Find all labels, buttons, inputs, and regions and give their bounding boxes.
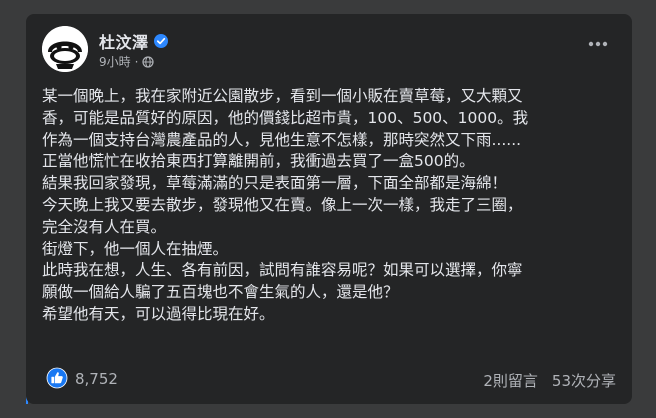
post-body-line: 街燈下，他一個人在抽煙。 <box>42 239 229 258</box>
post-time[interactable]: 9小時 <box>99 53 131 70</box>
reaction-count[interactable]: 8,752 <box>75 370 118 388</box>
comments-count-link[interactable]: 2則留言 <box>483 370 538 391</box>
post-body-line: 香，可能是品質好的原因，他的價錢比超市貴，100、500、1000。我 <box>42 108 529 127</box>
more-options-button[interactable] <box>580 32 616 56</box>
post-header: 杜汶澤 9小時 · <box>42 26 616 74</box>
post-body-line: 結果我回家發現，草莓滿滿的只是表面第一層，下面全部都是海綿！ <box>42 174 508 193</box>
post-body-line: 作為一個支持台灣農產品的人，見他生意不怎樣，那時突然又下雨...... <box>42 130 522 149</box>
post-body-line: 願做一個給人騙了五百塊也不會生氣的人，還是他？ <box>42 283 399 302</box>
post-body-line: 完全沒有人在買。 <box>42 217 167 236</box>
author-row: 杜汶澤 <box>99 29 168 53</box>
globe-icon <box>142 55 155 68</box>
more-options-icon <box>588 41 608 47</box>
post-meta: 9小時 · <box>99 53 155 70</box>
like-reaction-icon[interactable] <box>46 367 68 389</box>
avatar[interactable] <box>42 26 88 72</box>
post-body-line: 今天晚上我又要去散步，發現他又在賣。像上一次一樣，我走了三圈， <box>42 195 523 214</box>
post-body-line: 某一個晚上，我在家附近公園散步，看到一個小販在賣草莓，又大顆又 <box>42 87 523 105</box>
author-name[interactable]: 杜汶澤 <box>99 29 149 53</box>
post-card: 杜汶澤 9小時 · 某一個晚上，我在家附近公園散步，看到一個小販在賣草莓，又大顆… <box>26 14 632 404</box>
meta-separator: · <box>134 54 139 69</box>
post-body: 某一個晚上，我在家附近公園散步，看到一個小販在賣草莓，又大顆又 香，可能是品質好… <box>42 86 622 326</box>
avatar-icon <box>42 26 88 72</box>
verified-badge-icon <box>153 34 168 48</box>
post-body-line: 此時我在想，人生、各有前因，試問有誰容易呢？如果可以選擇，你寧 <box>42 261 523 280</box>
post-body-line: 希望他有天，可以過得比現在好。 <box>42 304 275 323</box>
engagement-stats: 2則留言 53次分享 <box>469 370 616 391</box>
shares-count-link[interactable]: 53次分享 <box>552 370 616 391</box>
post-body-line: 正當他慌忙在收拾東西打算離開前，我衝過去買了一盒500的。 <box>42 152 475 171</box>
post-footer: 8,752 2則留言 53次分享 <box>42 366 616 394</box>
